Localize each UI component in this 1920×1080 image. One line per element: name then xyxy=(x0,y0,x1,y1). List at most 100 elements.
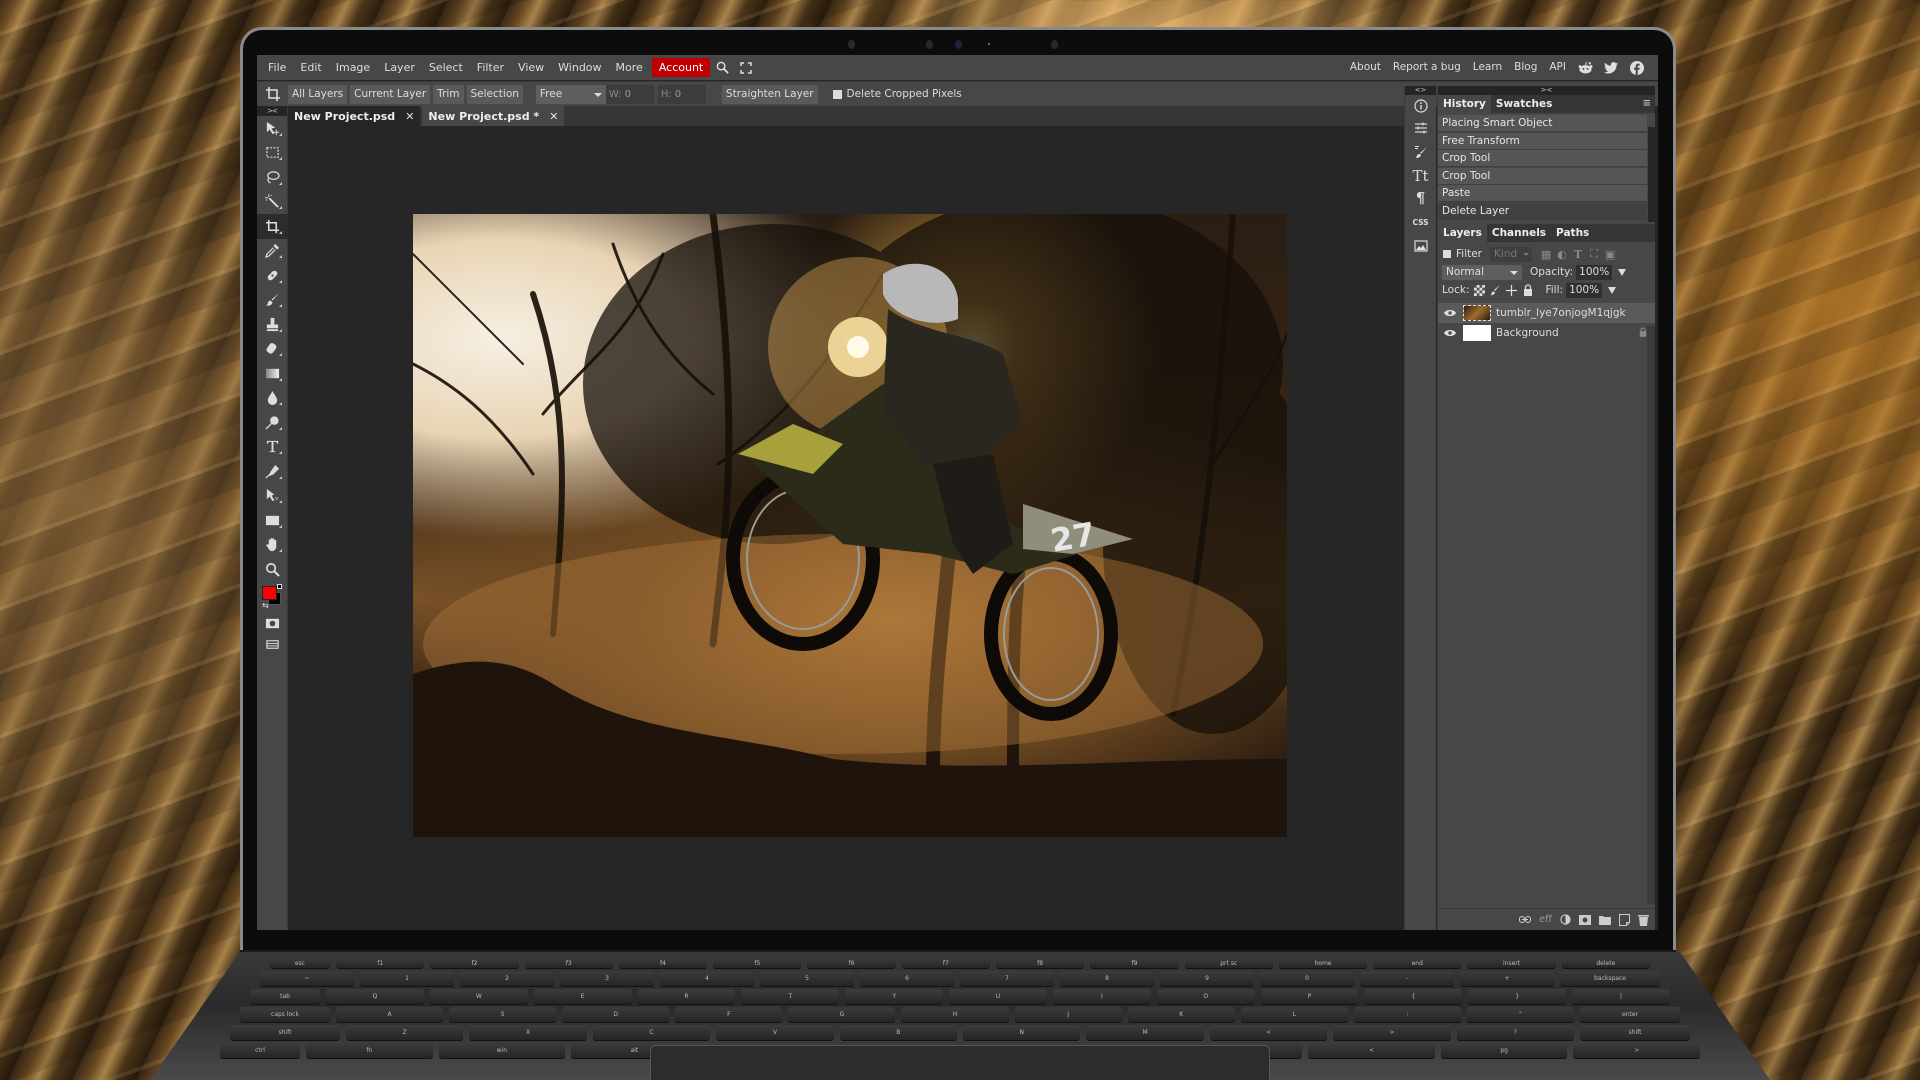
tab-channels[interactable]: Channels xyxy=(1486,224,1552,242)
filter-shape-icon[interactable]: ⛶ xyxy=(1588,247,1600,260)
crop-tool[interactable] xyxy=(257,214,288,239)
pen-tool[interactable] xyxy=(257,459,288,484)
foreground-color-swatch[interactable] xyxy=(262,585,277,600)
straighten-layer-button[interactable]: Straighten Layer xyxy=(721,84,818,104)
current-layer-button[interactable]: Current Layer xyxy=(350,84,431,104)
eraser-tool[interactable] xyxy=(257,337,288,362)
filter-checkbox[interactable] xyxy=(1443,250,1451,258)
ratio-select[interactable]: Free xyxy=(535,84,606,104)
document-tab-active[interactable]: New Project.psd * ✕ xyxy=(422,106,565,126)
layer-row[interactable]: tumblr_lye7onjogM1qjgk xyxy=(1438,303,1655,323)
path-selection-tool[interactable] xyxy=(257,484,288,509)
new-layer-icon[interactable] xyxy=(1619,913,1630,926)
adjustment-layer-icon[interactable] xyxy=(1560,914,1571,925)
info-icon[interactable] xyxy=(1405,95,1436,117)
lock-position-icon[interactable] xyxy=(1506,284,1518,296)
menu-select[interactable]: Select xyxy=(422,58,470,77)
account-button[interactable]: Account xyxy=(651,58,711,77)
dodge-tool[interactable] xyxy=(257,410,288,435)
collapse-strip-handle[interactable]: <> xyxy=(1405,86,1436,95)
gradient-tool[interactable] xyxy=(257,361,288,386)
move-tool[interactable] xyxy=(257,116,288,141)
default-colors-icon[interactable] xyxy=(277,583,282,589)
clone-stamp-tool[interactable] xyxy=(257,312,288,337)
history-item-current[interactable]: Delete Layer xyxy=(1438,202,1647,220)
image-icon[interactable] xyxy=(1405,235,1436,257)
opacity-field[interactable]: 100% xyxy=(1576,264,1613,280)
facebook-icon[interactable] xyxy=(1624,58,1650,77)
screen-mode-button[interactable] xyxy=(257,636,288,652)
canvas-workspace[interactable]: 27 xyxy=(288,126,1404,930)
filter-type-icon[interactable]: T xyxy=(1572,248,1584,261)
blog-link[interactable]: Blog xyxy=(1508,58,1543,77)
selection-button[interactable]: Selection xyxy=(466,84,523,104)
delete-cropped-checkbox[interactable] xyxy=(832,89,842,99)
healing-tool[interactable] xyxy=(257,263,288,288)
layer-name[interactable]: Background xyxy=(1496,327,1639,339)
effects-icon[interactable]: eff xyxy=(1539,914,1552,925)
menu-window[interactable]: Window xyxy=(551,58,608,77)
reddit-icon[interactable] xyxy=(1572,58,1598,77)
menu-image[interactable]: Image xyxy=(329,58,377,77)
history-item[interactable]: Free Transform xyxy=(1438,132,1647,150)
document-tab[interactable]: New Project.psd ✕ xyxy=(288,106,421,126)
fill-dropdown-icon[interactable] xyxy=(1608,286,1617,294)
lasso-tool[interactable] xyxy=(257,165,288,190)
tab-paths[interactable]: Paths xyxy=(1551,224,1595,242)
type-tool[interactable] xyxy=(257,435,288,460)
opacity-dropdown-icon[interactable] xyxy=(1618,268,1627,276)
blur-tool[interactable] xyxy=(257,386,288,411)
brush-settings-icon[interactable] xyxy=(1405,139,1436,165)
lock-transparency-icon[interactable] xyxy=(1474,284,1486,296)
layers-scrollbar[interactable] xyxy=(1647,326,1655,904)
tab-layers[interactable]: Layers xyxy=(1438,224,1487,242)
learn-link[interactable]: Learn xyxy=(1467,58,1508,77)
trim-button[interactable]: Trim xyxy=(433,84,464,104)
panel-menu-icon[interactable]: ≡ xyxy=(1643,98,1651,109)
menu-layer[interactable]: Layer xyxy=(377,58,422,77)
filter-smart-object-icon[interactable]: ▣ xyxy=(1604,248,1616,261)
visibility-eye-icon[interactable] xyxy=(1440,309,1460,317)
mask-icon[interactable] xyxy=(1579,914,1591,925)
fullscreen-icon[interactable] xyxy=(734,58,758,77)
folder-icon[interactable] xyxy=(1599,915,1611,925)
menu-file[interactable]: File xyxy=(261,58,293,77)
fill-field[interactable]: 100% xyxy=(1566,282,1603,298)
close-icon[interactable]: ✕ xyxy=(405,110,414,123)
css-icon[interactable]: CSS xyxy=(1405,209,1436,235)
history-item[interactable]: Paste xyxy=(1438,185,1647,202)
link-icon[interactable] xyxy=(1518,916,1531,923)
history-item[interactable]: Crop Tool xyxy=(1438,167,1647,185)
tab-swatches[interactable]: Swatches xyxy=(1490,95,1558,113)
menu-edit[interactable]: Edit xyxy=(293,58,328,77)
history-scrollbar[interactable] xyxy=(1648,127,1655,222)
quick-mask-button[interactable] xyxy=(257,612,288,637)
hand-tool[interactable] xyxy=(257,533,288,558)
tab-history[interactable]: History xyxy=(1438,95,1491,113)
lock-pixels-icon[interactable] xyxy=(1490,284,1501,296)
filter-adjustment-icon[interactable]: ◐ xyxy=(1556,248,1568,261)
layer-name[interactable]: tumblr_lye7onjogM1qjgk xyxy=(1496,307,1655,319)
height-field[interactable]: H: 0 xyxy=(657,84,706,104)
all-layers-button[interactable]: All Layers xyxy=(288,84,348,104)
zoom-tool[interactable] xyxy=(257,557,288,582)
width-field[interactable]: W: 0 xyxy=(605,84,654,104)
swap-colors-icon[interactable]: ⇆ xyxy=(262,601,269,610)
layer-row[interactable]: Background xyxy=(1438,323,1655,343)
history-item[interactable]: Crop Tool xyxy=(1438,150,1647,167)
history-item[interactable]: Placing Smart Object xyxy=(1438,115,1647,132)
eyedropper-tool[interactable] xyxy=(257,239,288,264)
twitter-icon[interactable] xyxy=(1598,58,1624,77)
menu-more[interactable]: More xyxy=(609,58,650,77)
close-icon[interactable]: ✕ xyxy=(549,110,558,123)
filter-image-icon[interactable]: ▦ xyxy=(1540,248,1552,261)
rectangle-tool[interactable] xyxy=(257,508,288,533)
paragraph-icon[interactable]: ¶ xyxy=(1405,187,1436,209)
visibility-eye-icon[interactable] xyxy=(1440,329,1460,337)
about-link[interactable]: About xyxy=(1344,58,1387,77)
canvas-image[interactable]: 27 xyxy=(413,214,1287,837)
trash-icon[interactable] xyxy=(1638,914,1649,926)
api-link[interactable]: API xyxy=(1543,58,1572,77)
brush-tool[interactable] xyxy=(257,288,288,313)
menu-view[interactable]: View xyxy=(511,58,551,77)
